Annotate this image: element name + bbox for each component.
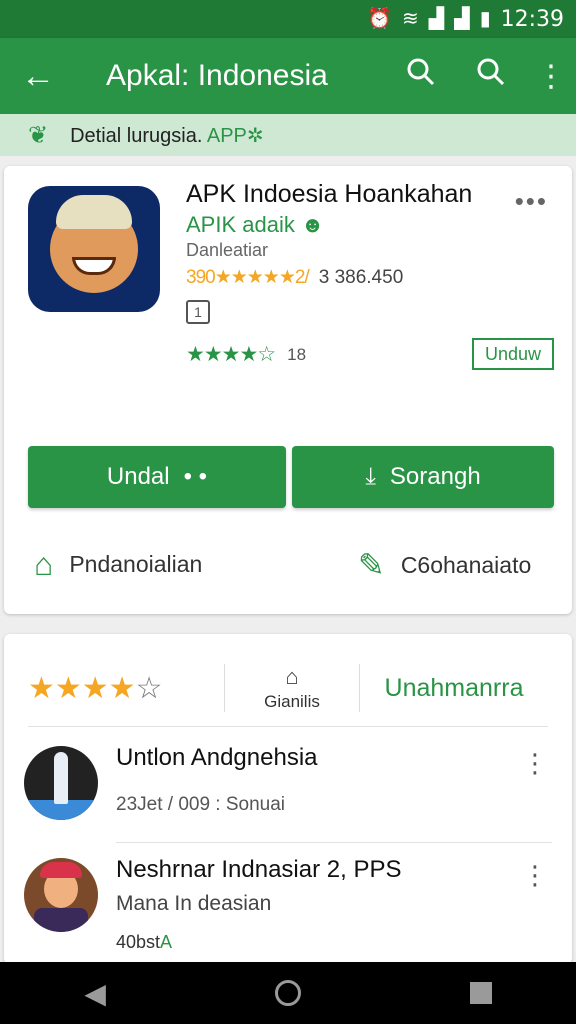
app-rating-secondary: ★★★★☆ 18 bbox=[186, 342, 306, 367]
search-icon-2[interactable] bbox=[456, 57, 526, 95]
app-bar-title: Apkal: Indonesia bbox=[106, 59, 328, 92]
signal-icon: ▟ bbox=[428, 8, 445, 30]
rating-mid-label: Gianilis bbox=[264, 692, 320, 711]
section-divider bbox=[28, 726, 548, 727]
app-detail-card: APK Indoesia Hoankahan APIK adaik ☻ Danl… bbox=[4, 166, 572, 614]
avatar bbox=[24, 858, 98, 932]
status-time: 12:39 bbox=[500, 6, 564, 32]
leaf-icon: ❦ bbox=[28, 121, 49, 149]
list-item-extra: 40bstA bbox=[116, 932, 172, 953]
rating-mid[interactable]: ⌂ Gianilis bbox=[225, 664, 359, 712]
chat-bubble-icon: ✎ bbox=[358, 547, 385, 583]
rating-suffix: 2/ bbox=[294, 267, 310, 288]
wifi-icon: ≋ bbox=[402, 8, 419, 30]
empty-star-icon: ☆ bbox=[135, 671, 163, 705]
rocket-icon bbox=[54, 752, 68, 804]
app-rating: 390★★★★★2/ 3 386.450 bbox=[186, 266, 403, 289]
download-count: 3 386.450 bbox=[318, 266, 404, 288]
list-item-more-icon[interactable]: ⋮ bbox=[522, 860, 548, 891]
card-more-icon[interactable]: ••• bbox=[515, 186, 548, 217]
link-left[interactable]: ⌂ Pndanoialian bbox=[34, 546, 202, 583]
link-right[interactable]: ✎ C6ohanaiato bbox=[358, 546, 531, 584]
search-icon[interactable] bbox=[386, 57, 456, 95]
back-icon[interactable]: ◀ bbox=[84, 977, 106, 1010]
rating-value: 390 bbox=[186, 267, 216, 288]
rating-stars: 390★★★★★2/ bbox=[186, 266, 310, 289]
signal-icon-2: ▟ bbox=[454, 8, 470, 30]
list-item-title: Untlon Andgnehsia bbox=[116, 744, 318, 771]
app-developer[interactable]: APIK adaik ☻ bbox=[186, 212, 324, 238]
app-category: Danleatiar bbox=[186, 240, 269, 260]
recents-icon[interactable] bbox=[469, 982, 492, 1004]
star-badge-icon: ✲ bbox=[246, 124, 264, 147]
avatar-body bbox=[34, 908, 88, 932]
rating-summary-row: ★★★★☆ ⌂ Gianilis Unahmanrra bbox=[28, 656, 548, 720]
avatar-hair bbox=[40, 862, 82, 878]
link-left-label: Pndanoialian bbox=[69, 551, 203, 577]
battery-icon: ▮ bbox=[479, 8, 491, 30]
list-item-extra-highlight: A bbox=[160, 932, 173, 952]
download-icon: ⤓ bbox=[365, 463, 376, 490]
list-divider bbox=[116, 842, 552, 843]
subheader-highlight: APP bbox=[206, 124, 247, 147]
mascot-cap bbox=[56, 195, 132, 229]
download-button[interactable]: ⤓ Sorangh bbox=[292, 446, 554, 508]
list-item[interactable]: Untlon Andgnehsia 23Jet / 009 : Sonuai ⋮ bbox=[24, 742, 552, 852]
avatar bbox=[24, 746, 98, 820]
list-item[interactable]: Neshrnar Indnasiar 2, PPS Mana In deasia… bbox=[24, 854, 552, 964]
tag-icon: ⌂ bbox=[285, 664, 299, 689]
mascot-face bbox=[50, 195, 138, 293]
rating-summary-stars[interactable]: ★★★★☆ bbox=[28, 671, 224, 706]
list-item-title: Neshrnar Indnasiar 2, PPS bbox=[116, 856, 402, 883]
overflow-menu-icon[interactable]: ⋮ bbox=[526, 59, 576, 94]
home-icon[interactable] bbox=[274, 980, 301, 1006]
back-arrow-icon[interactable]: ← bbox=[0, 57, 76, 96]
list-item-subtitle: Mana In deasian bbox=[116, 892, 272, 915]
install-button-dots: • • bbox=[183, 463, 208, 490]
list-item-subtitle: 23Jet / 009 : Sonuai bbox=[116, 794, 286, 815]
rating2-stars: ★★★★☆ bbox=[186, 343, 276, 366]
home-tag-icon: ⌂ bbox=[34, 546, 54, 582]
list-item-extra-text: 40bst bbox=[116, 932, 161, 952]
mascot-smile bbox=[72, 257, 116, 275]
developer-badge-icon: ☻ bbox=[300, 212, 325, 237]
status-bar: ⏰ ≋ ▟ ▟ ▮ 12:39 bbox=[0, 0, 576, 38]
content-rating-icon: 1 bbox=[186, 300, 210, 324]
rating-stars-glyphs: ★★★★★ bbox=[214, 267, 296, 288]
app-bar: ← Apkal: Indonesia ⋮ bbox=[0, 38, 576, 114]
unduh-button[interactable]: Unduw bbox=[472, 338, 554, 370]
list-item-more-icon[interactable]: ⋮ bbox=[522, 748, 548, 779]
subheader: ❦ Detial lurugsia. APP✲ bbox=[0, 114, 576, 156]
link-right-label: C6ohanaiato bbox=[400, 551, 532, 578]
alarm-icon: ⏰ bbox=[367, 8, 393, 30]
install-button[interactable]: Undal • • bbox=[28, 446, 286, 508]
download-button-label: Sorangh bbox=[389, 463, 481, 490]
system-nav-bar: ◀ bbox=[0, 962, 576, 1024]
rating-right-link[interactable]: Unahmanrra bbox=[360, 674, 548, 703]
rating2-count: 18 bbox=[287, 344, 307, 364]
reviews-card: ★★★★☆ ⌂ Gianilis Unahmanrra Untlon Andgn… bbox=[4, 634, 572, 964]
app-name: APK Indoesia Hoankahan bbox=[186, 180, 473, 208]
app-developer-label: APIK adaik bbox=[186, 212, 295, 237]
install-button-label: Undal bbox=[106, 463, 170, 490]
subheader-label: Detial lurugsia. bbox=[70, 124, 203, 147]
subheader-text: Detial lurugsia. APP✲ bbox=[70, 123, 264, 148]
app-icon[interactable] bbox=[28, 186, 160, 312]
